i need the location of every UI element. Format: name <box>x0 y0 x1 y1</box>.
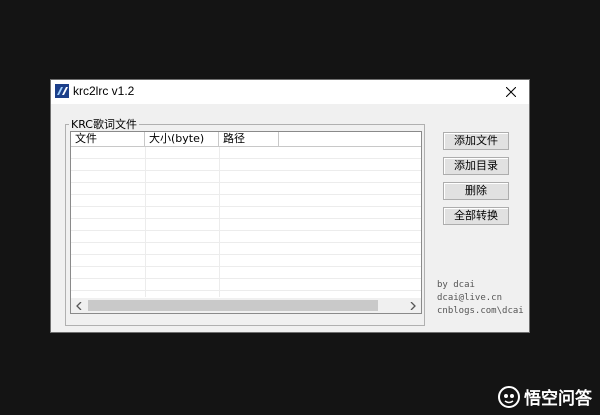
list-row <box>71 219 421 231</box>
scroll-thumb[interactable] <box>88 300 378 311</box>
scroll-right-button[interactable] <box>405 298 421 313</box>
convert-all-button[interactable]: 全部转换 <box>443 207 509 225</box>
list-row <box>71 279 421 291</box>
app-window: krc2lrc v1.2 KRC歌词文件 文件 大小(byte) 路径 添加文件… <box>50 79 530 333</box>
list-row <box>71 195 421 207</box>
list-row <box>71 243 421 255</box>
column-header-path[interactable]: 路径 <box>219 132 279 146</box>
add-file-button[interactable]: 添加文件 <box>443 132 509 150</box>
krc-app-icon <box>55 84 69 98</box>
groupbox-label: KRC歌词文件 <box>69 116 139 132</box>
watermark-text: 悟空问答 <box>524 389 592 409</box>
list-row <box>71 147 421 159</box>
close-button[interactable] <box>493 80 529 104</box>
column-divider <box>219 147 220 297</box>
chevron-left-icon <box>76 301 82 310</box>
list-row <box>71 207 421 219</box>
title-bar[interactable]: krc2lrc v1.2 <box>51 80 529 104</box>
credit-website: cnblogs.com\dcai <box>437 306 524 316</box>
delete-button[interactable]: 删除 <box>443 182 509 200</box>
list-row <box>71 171 421 183</box>
chevron-right-icon <box>410 301 416 310</box>
column-header-size[interactable]: 大小(byte) <box>145 132 219 146</box>
scroll-left-button[interactable] <box>71 298 87 313</box>
list-header: 文件 大小(byte) 路径 <box>71 132 421 147</box>
horizontal-scrollbar[interactable] <box>71 298 421 313</box>
window-title: krc2lrc v1.2 <box>73 84 135 98</box>
add-directory-button[interactable]: 添加目录 <box>443 157 509 175</box>
close-icon <box>506 87 516 97</box>
credit-email: dcai@live.cn <box>437 293 503 303</box>
list-row <box>71 183 421 195</box>
window-client: KRC歌词文件 文件 大小(byte) 路径 添加文件 添加目录 删除 全部转换… <box>51 104 529 332</box>
column-divider <box>145 147 146 297</box>
list-row <box>71 267 421 279</box>
list-row <box>71 231 421 243</box>
watermark: 悟空问答 <box>498 384 592 409</box>
column-header-file[interactable]: 文件 <box>71 132 145 146</box>
list-row <box>71 255 421 267</box>
file-list[interactable]: 文件 大小(byte) 路径 <box>70 131 422 314</box>
list-rows[interactable] <box>71 147 421 297</box>
wukong-logo-icon <box>498 385 520 408</box>
list-row <box>71 159 421 171</box>
credit-author: by dcai <box>437 280 475 290</box>
